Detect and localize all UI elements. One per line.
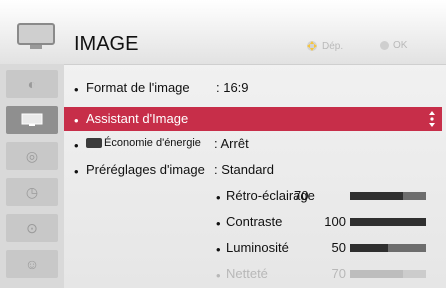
setting-backlight[interactable]: • Rétro-éclairage 70: [64, 184, 446, 208]
sidebar-item-sound[interactable]: ◐: [6, 70, 58, 98]
setting-value: 70: [331, 266, 346, 281]
ok-button-icon: [380, 41, 389, 50]
ok-hint-label: OK: [393, 40, 408, 51]
person-icon: ☺: [24, 256, 40, 272]
tv-picture-icon: [21, 113, 43, 126]
navigation-hint: Dép.: [306, 40, 343, 52]
menu-item-label-wrap: Économie d'énergie: [86, 137, 201, 149]
dpad-icon: [307, 41, 317, 51]
setting-value: 70: [294, 188, 309, 203]
setting-label: Luminosité: [226, 240, 289, 255]
navigation-hint-label: Dép.: [322, 40, 344, 52]
bullet-icon: •: [74, 82, 79, 97]
clock-icon: ◷: [25, 183, 39, 200]
bullet-icon: •: [74, 164, 79, 179]
setting-contrast[interactable]: • Contraste 100: [64, 210, 446, 234]
picture-menu-panel: IMAGE Dép. OK ◐ ◎ ◷ ⊙ ☺ • Format de l'im…: [0, 0, 446, 288]
level-fill: [350, 218, 426, 226]
setting-value: 100: [324, 214, 346, 229]
setting-label: Netteté: [226, 266, 268, 281]
level-fill: [350, 192, 404, 200]
level-fill: [350, 270, 404, 278]
setting-brightness[interactable]: • Luminosité 50: [64, 236, 446, 260]
brightness-level-bar[interactable]: [350, 244, 426, 252]
menu-item-value: : Arrêt: [214, 136, 249, 151]
bullet-icon: •: [74, 138, 79, 153]
speaker-icon: ◐: [27, 76, 37, 92]
contrast-level-bar[interactable]: [350, 218, 426, 226]
bullet-icon: •: [74, 113, 79, 128]
sharpness-level-bar[interactable]: [350, 270, 426, 278]
bullet-icon: •: [216, 190, 221, 205]
menu-title: IMAGE: [74, 33, 139, 55]
menu-item-energy-saving[interactable]: • Économie d'énergie : Arrêt: [64, 132, 442, 156]
menu-header: IMAGE Dép. OK: [0, 0, 446, 65]
level-fill: [350, 244, 388, 252]
category-sidebar: ◐ ◎ ◷ ⊙ ☺: [0, 64, 64, 288]
lock-icon: ⊙: [26, 219, 38, 236]
menu-item-value: : Standard: [214, 162, 274, 177]
bullet-icon: •: [216, 216, 221, 231]
tv-icon: [17, 23, 55, 49]
setting-sharpness[interactable]: • Netteté 70: [64, 262, 446, 286]
menu-list: • Format de l'image : 16:9 • Assistant d…: [64, 64, 446, 288]
menu-item-label: Assistant d'Image: [86, 111, 189, 126]
backlight-level-bar[interactable]: [350, 192, 426, 200]
up-down-arrows-icon: [429, 111, 435, 127]
setting-label: Contraste: [226, 214, 283, 229]
menu-item-picture-wizard[interactable]: • Assistant d'Image: [64, 107, 442, 131]
sidebar-item-option[interactable]: ☺: [6, 250, 58, 278]
energy-saving-icon: [86, 138, 102, 149]
menu-item-label: Format de l'image: [86, 80, 190, 95]
bullet-icon: •: [216, 242, 221, 257]
sidebar-item-time[interactable]: ◷: [6, 178, 58, 206]
menu-item-aspect-ratio[interactable]: • Format de l'image : 16:9: [64, 76, 442, 100]
menu-item-label: Préréglages d'image: [86, 162, 205, 177]
menu-item-label: Économie d'énergie: [104, 137, 201, 149]
sidebar-item-lock[interactable]: ⊙: [6, 214, 58, 242]
disc-icon: ◎: [25, 147, 39, 164]
sidebar-item-channel[interactable]: ◎: [6, 142, 58, 170]
menu-item-value: : 16:9: [216, 80, 249, 95]
setting-value: 50: [331, 240, 346, 255]
ok-hint: OK: [380, 40, 407, 51]
menu-item-picture-mode[interactable]: • Préréglages d'image : Standard: [64, 158, 442, 182]
bullet-icon: •: [216, 268, 221, 283]
sidebar-item-picture[interactable]: [6, 106, 58, 134]
